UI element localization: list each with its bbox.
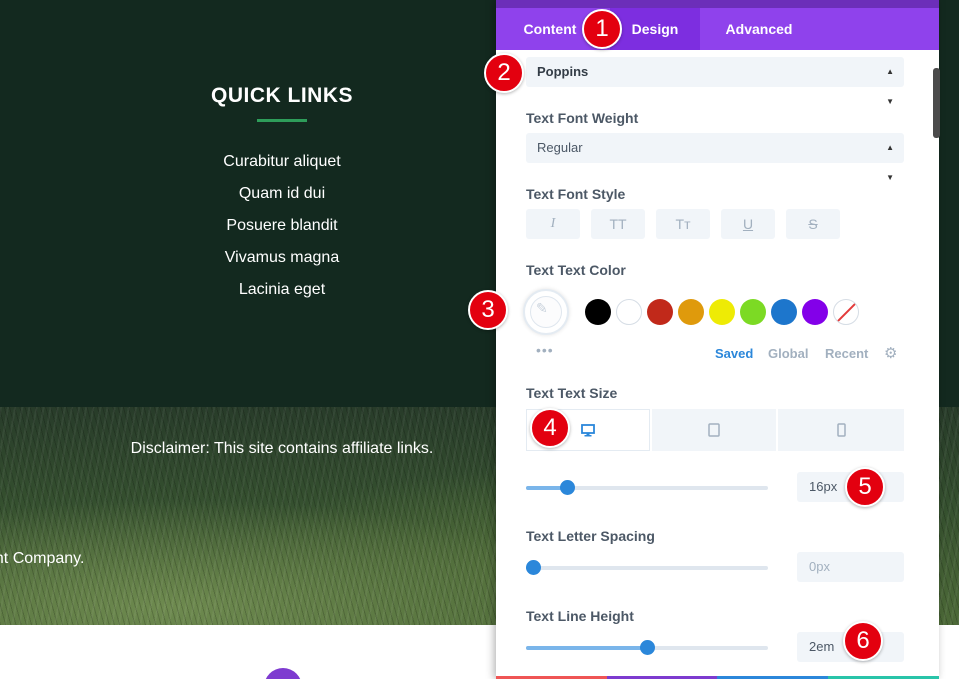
slash-icon	[834, 300, 858, 324]
letter-spacing-label: Text Letter Spacing	[526, 528, 655, 544]
font-family-value: Poppins	[537, 64, 589, 79]
line-height-label: Text Line Height	[526, 608, 634, 624]
panel-header-strip	[496, 0, 939, 8]
text-color-label: Text Text Color	[526, 262, 626, 278]
panel-tabs: Content Design Advanced	[496, 8, 939, 50]
tab-design[interactable]: Design	[610, 8, 700, 50]
slider-thumb[interactable]	[640, 640, 655, 655]
annotation-badge-2: 2	[484, 53, 524, 93]
quick-link[interactable]: Curabitur aliquet	[182, 152, 382, 184]
letter-spacing-input[interactable]: 0px	[797, 552, 904, 582]
font-family-select[interactable]: Poppins ▲ ▼	[526, 57, 904, 106]
select-arrows-icon: ▲ ▼	[886, 67, 894, 106]
capitalize-icon[interactable]: Tт	[656, 209, 710, 239]
font-style-label: Text Font Style	[526, 186, 626, 202]
palette-tab-recent[interactable]: Recent	[825, 346, 868, 361]
line-height-slider[interactable]	[526, 640, 768, 655]
select-arrows-icon: ▲ ▼	[886, 143, 894, 182]
color-swatch-black[interactable]	[585, 299, 611, 325]
desktop-icon	[581, 424, 595, 437]
text-size-label: Text Text Size	[526, 385, 618, 401]
palette-tab-saved[interactable]: Saved	[715, 346, 753, 361]
device-tab-phone[interactable]	[778, 409, 904, 451]
disclaimer-text: Disclaimer: This site contains affiliate…	[130, 440, 434, 457]
strikethrough-icon[interactable]: S	[786, 209, 840, 239]
quick-link[interactable]: Posuere blandit	[182, 216, 382, 248]
panel-body: Poppins ▲ ▼ Text Font Weight Regular ▲ ▼ T…	[496, 50, 939, 679]
color-swatch-yellow[interactable]	[709, 299, 735, 325]
title-underline	[257, 119, 307, 122]
copyright-text: ght Company.	[0, 550, 85, 567]
phone-icon	[836, 423, 846, 437]
text-size-slider[interactable]	[526, 480, 768, 495]
more-options-icon[interactable]: •••	[536, 342, 554, 358]
color-swatch-blue[interactable]	[771, 299, 797, 325]
device-tabs	[526, 409, 904, 451]
font-weight-select[interactable]: Regular ▲ ▼	[526, 133, 904, 182]
no-color-swatch[interactable]	[833, 299, 859, 325]
quick-link[interactable]: Lacinia eget	[182, 280, 382, 312]
gear-icon[interactable]: ⚙	[884, 344, 897, 362]
uppercase-icon[interactable]: TT	[591, 209, 645, 239]
italic-icon[interactable]: I	[526, 209, 580, 239]
quick-link[interactable]: Quam id dui	[182, 184, 382, 216]
annotation-badge-3: 3	[468, 290, 508, 330]
design-settings-panel: Content Design Advanced Poppins ▲ ▼ Text …	[496, 0, 939, 679]
font-weight-value: Regular	[537, 140, 583, 155]
underline-icon[interactable]: U	[721, 209, 775, 239]
quick-links-title: QUICK LINKS	[211, 84, 353, 107]
panel-scrollbar[interactable]	[933, 68, 940, 138]
color-swatch-green[interactable]	[740, 299, 766, 325]
letter-spacing-slider[interactable]	[526, 560, 768, 575]
font-weight-label: Text Font Weight	[526, 110, 639, 126]
color-swatch-purple[interactable]	[802, 299, 828, 325]
color-swatch-white[interactable]	[616, 299, 642, 325]
annotation-badge-6: 6	[843, 621, 883, 661]
custom-color-picker[interactable]: ✎	[523, 289, 569, 335]
annotation-badge-1: 1	[582, 9, 622, 49]
annotation-badge-5: 5	[845, 467, 885, 507]
color-swatch-orange[interactable]	[678, 299, 704, 325]
eyedropper-icon: ✎	[536, 300, 548, 316]
quick-links-list: Curabitur aliquet Quam id dui Posuere bl…	[182, 152, 382, 312]
tab-content[interactable]: Content	[508, 8, 592, 50]
slider-fill	[526, 646, 647, 650]
tablet-icon	[708, 423, 720, 437]
device-tab-tablet[interactable]	[652, 409, 776, 451]
color-swatch-red[interactable]	[647, 299, 673, 325]
palette-tab-global[interactable]: Global	[768, 346, 808, 361]
slider-thumb[interactable]	[526, 560, 542, 575]
slider-thumb[interactable]	[560, 480, 576, 495]
annotation-badge-4: 4	[530, 408, 570, 448]
tab-advanced[interactable]: Advanced	[714, 8, 804, 50]
quick-link[interactable]: Vivamus magna	[182, 248, 382, 280]
